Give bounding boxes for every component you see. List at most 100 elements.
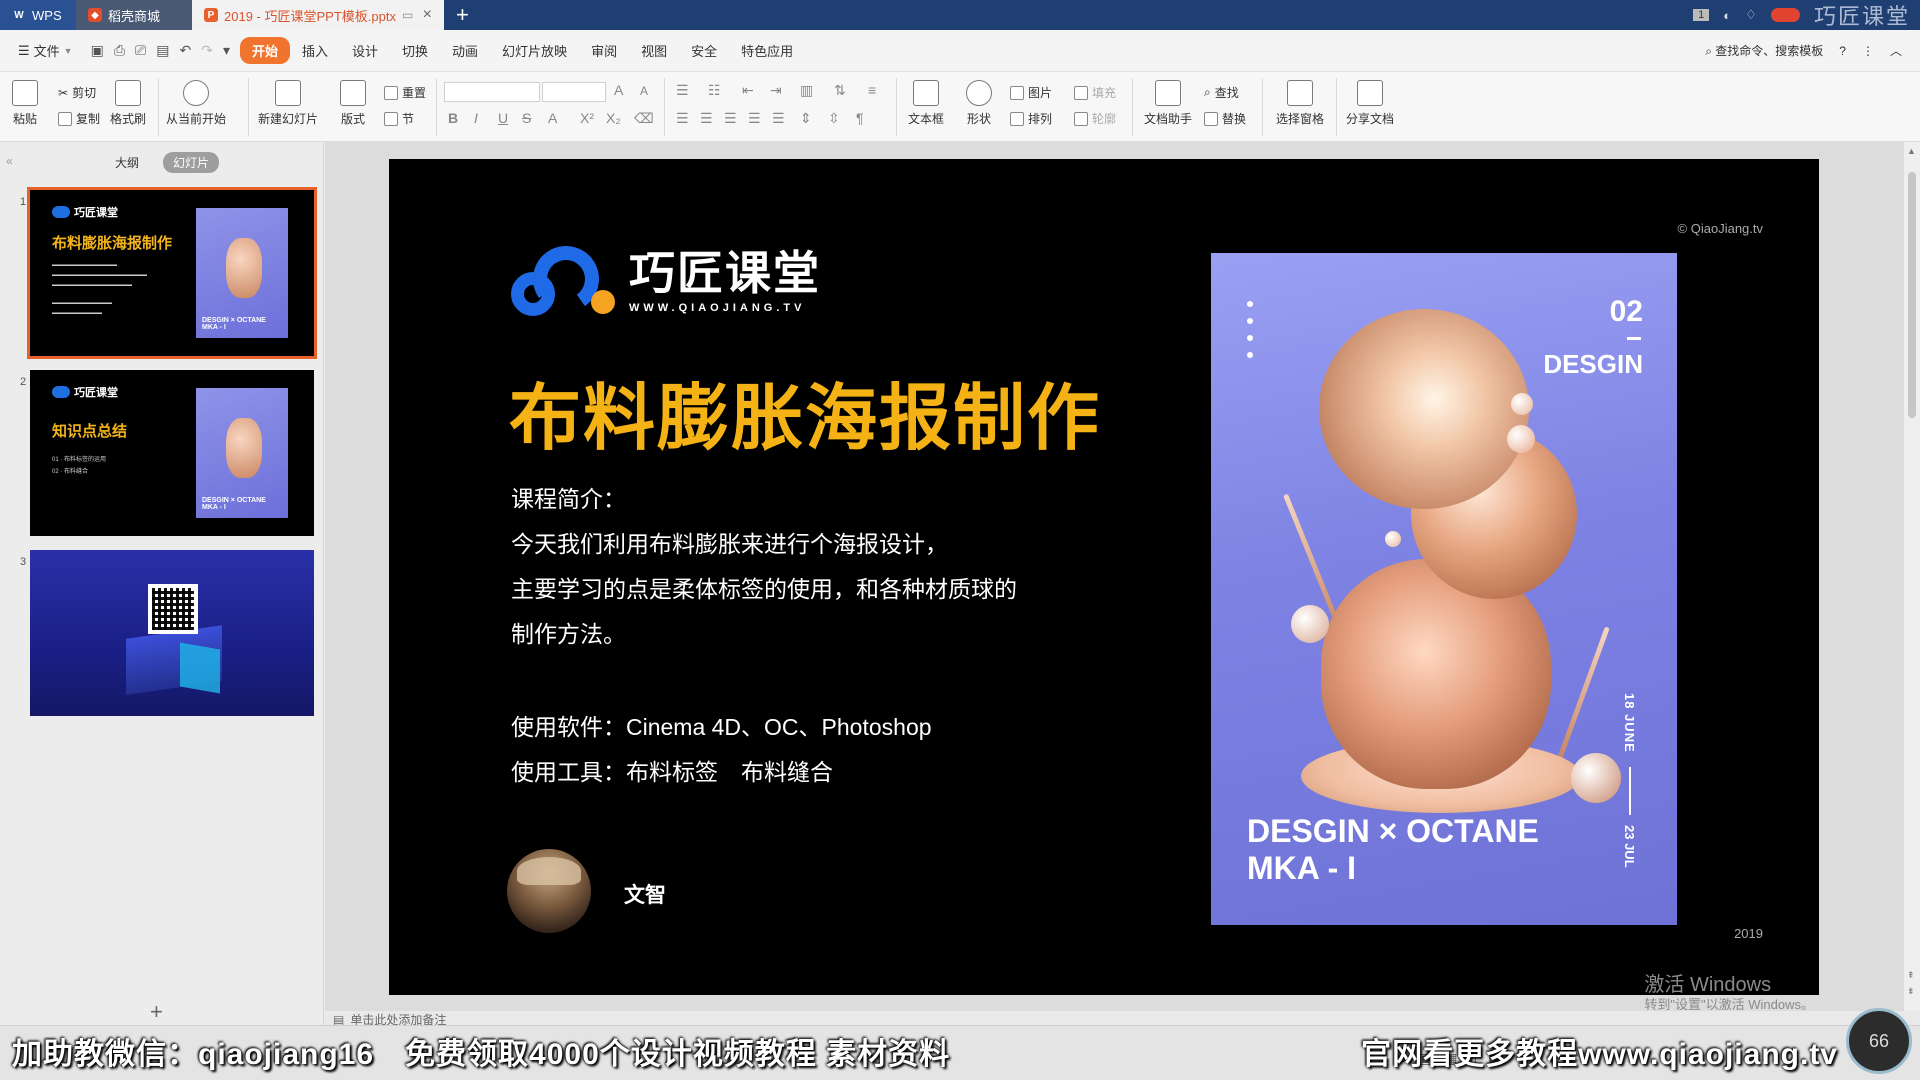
paragraph-settings-icon[interactable]: ¶ xyxy=(856,110,864,126)
menu-insert[interactable]: 插入 xyxy=(290,37,340,64)
output-icon[interactable]: ⎙ xyxy=(114,42,125,59)
align-left-icon[interactable]: ☰ xyxy=(676,110,689,127)
text-direction-icon[interactable]: ⇅ xyxy=(834,82,846,99)
new-slide-button[interactable]: 新建幻灯片 xyxy=(258,80,318,127)
select-pane-button[interactable]: 选择窗格 xyxy=(1276,80,1324,127)
paste-button[interactable]: 粘贴 xyxy=(12,80,38,127)
save-icon[interactable]: ▣ xyxy=(91,42,104,59)
menu-slideshow[interactable]: 幻灯片放映 xyxy=(490,37,579,64)
share-doc-button[interactable]: 分享文档 xyxy=(1346,80,1394,127)
menu-transitions[interactable]: 切换 xyxy=(390,37,440,64)
divider xyxy=(248,78,249,136)
sorter-view-icon[interactable]: ▦ xyxy=(1444,1050,1457,1067)
help-icon[interactable]: ? xyxy=(1839,44,1846,58)
normal-view-icon[interactable]: ▣ xyxy=(1419,1050,1432,1067)
menu-special-apps[interactable]: 特色应用 xyxy=(729,37,805,64)
from-current-button[interactable]: 从当前开始 xyxy=(166,80,226,127)
vertical-align-icon[interactable]: ⇕ xyxy=(800,110,812,127)
layout-button[interactable]: 版式 xyxy=(340,80,366,127)
font-color-icon[interactable]: A xyxy=(548,110,557,126)
tab-slides[interactable]: 幻灯片 xyxy=(163,152,220,173)
redo-icon[interactable]: ↷ xyxy=(201,42,213,59)
vertical-scrollbar[interactable]: ▲ ⇞ ⇟ xyxy=(1904,142,1920,1011)
italic-icon[interactable]: I xyxy=(474,110,478,126)
find-button[interactable]: ⌕ 查找 xyxy=(1204,84,1239,101)
tab-outline[interactable]: 大纲 xyxy=(105,152,149,173)
menu-security[interactable]: 安全 xyxy=(679,37,729,64)
slide-1[interactable]: © QiaoJiang.tv 巧匠课堂 WWW.QIAOJIANG.TV 布料膨… xyxy=(389,159,1819,995)
tab-wps[interactable]: W WPS xyxy=(0,0,76,30)
fill-button[interactable]: 填充 xyxy=(1074,84,1116,101)
slideshow-icon[interactable]: ▶ xyxy=(1489,1050,1500,1067)
collapse-ribbon-icon[interactable]: ︿ xyxy=(1890,42,1902,59)
font-size-select[interactable] xyxy=(542,82,606,102)
slide-thumbnail-3[interactable] xyxy=(30,550,314,716)
skin-icon[interactable]: ◐ xyxy=(1723,8,1731,23)
font-name-select[interactable] xyxy=(444,82,540,102)
close-tab-icon[interactable]: × xyxy=(423,6,432,24)
strikethrough-icon[interactable]: S xyxy=(522,110,531,126)
file-menu[interactable]: ☰ 文件 ▼ xyxy=(10,41,81,60)
print-preview-icon[interactable]: ▤ xyxy=(156,42,169,59)
tab-docer-store[interactable]: ◆ 稻壳商城 xyxy=(76,0,192,30)
textbox-button[interactable]: 文本框 xyxy=(908,80,944,127)
line-spacing-icon[interactable]: ≡ xyxy=(868,82,876,98)
increase-indent-icon[interactable]: ⇥ xyxy=(770,82,782,99)
scrollbar-thumb[interactable] xyxy=(1908,172,1916,418)
menu-review[interactable]: 审阅 xyxy=(579,37,629,64)
distribute-icon[interactable]: ☰ xyxy=(772,110,785,127)
print-icon[interactable]: ⎚ xyxy=(135,42,146,59)
arrange-button[interactable]: 排列 xyxy=(1010,110,1052,127)
reset-button[interactable]: 重置 xyxy=(384,84,426,101)
command-search[interactable]: ⌕ 查找命令、搜索模板 xyxy=(1705,42,1823,59)
menu-animations[interactable]: 动画 xyxy=(440,37,490,64)
slide-thumbnail-1[interactable]: 巧匠课堂 布料膨胀海报制作 ▬▬▬▬▬▬▬▬▬▬▬▬▬ ▬▬▬▬▬▬▬▬▬▬▬▬… xyxy=(27,187,317,359)
shirt-icon[interactable]: ♢ xyxy=(1745,7,1757,23)
new-tab-button[interactable]: + xyxy=(444,0,481,30)
next-slide-icon[interactable]: ⇟ xyxy=(1907,986,1915,997)
outline-button[interactable]: 轮廓 xyxy=(1074,110,1116,127)
user-badge[interactable] xyxy=(1770,8,1800,22)
tab-document[interactable]: P 2019 - 巧匠课堂PPT模板.pptx ▭ × xyxy=(192,0,444,30)
align-right-icon[interactable]: ☰ xyxy=(724,110,737,127)
underline-icon[interactable]: U xyxy=(498,110,508,126)
picture-button[interactable]: 图片 xyxy=(1010,84,1052,101)
thumb-poster-image: DESGIN × OCTANE MKA - I xyxy=(196,388,288,518)
menu-design[interactable]: 设计 xyxy=(340,37,390,64)
section-button[interactable]: 节 xyxy=(384,110,414,127)
paragraph-spacing-icon[interactable]: ⇳ xyxy=(828,110,840,127)
scroll-up-icon[interactable]: ▲ xyxy=(1907,146,1916,156)
grow-font-icon[interactable]: A xyxy=(614,82,623,98)
align-center-icon[interactable]: ☰ xyxy=(700,110,713,127)
menu-view[interactable]: 视图 xyxy=(629,37,679,64)
cut-button[interactable]: ✂ 剪切 xyxy=(58,84,96,101)
notes-pane[interactable]: ▤ 单击此处添加备注 xyxy=(325,1011,1904,1028)
undo-icon[interactable]: ↶ xyxy=(179,42,191,59)
shrink-font-icon[interactable]: A xyxy=(640,84,648,98)
justify-icon[interactable]: ☰ xyxy=(748,110,761,127)
notes-toggle-icon[interactable]: ≡ xyxy=(1399,1050,1407,1067)
numbered-list-icon[interactable]: ☷ xyxy=(708,82,721,99)
menu-home[interactable]: 开始 xyxy=(239,37,290,64)
decrease-indent-icon[interactable]: ⇤ xyxy=(742,82,754,99)
doc-assistant-button[interactable]: 文档助手 xyxy=(1144,80,1192,127)
format-painter-button[interactable]: 格式刷 xyxy=(110,80,146,127)
add-slide-button[interactable]: + xyxy=(150,999,163,1025)
clear-format-icon[interactable]: ⌫ xyxy=(634,110,654,127)
more-icon[interactable]: ⋮ xyxy=(1862,44,1874,58)
bullet-list-icon[interactable]: ☰ xyxy=(676,82,689,99)
copy-button[interactable]: 复制 xyxy=(58,110,100,127)
subscript-icon[interactable]: X₂ xyxy=(606,110,621,126)
bold-icon[interactable]: B xyxy=(448,110,458,126)
slide-thumbnail-2[interactable]: 巧匠课堂 知识点总结 01 · 布料标签的运用 02 · 布料缝合 DESGIN… xyxy=(30,370,314,536)
thumb-text-line: ▬▬▬▬▬▬▬▬▬▬ xyxy=(52,310,102,316)
prev-slide-icon[interactable]: ⇞ xyxy=(1907,970,1915,981)
reading-view-icon[interactable]: ▯ xyxy=(1470,1050,1478,1067)
columns-icon[interactable]: ▥ xyxy=(800,82,813,99)
customize-icon[interactable]: ▾ xyxy=(223,42,230,59)
shape-button[interactable]: 形状 xyxy=(966,80,992,127)
replace-button[interactable]: 替换 xyxy=(1204,110,1246,127)
superscript-icon[interactable]: X² xyxy=(580,110,594,126)
pin-icon[interactable]: ▭ xyxy=(402,8,413,22)
zoom-indicator[interactable]: 66 xyxy=(1846,1008,1912,1074)
